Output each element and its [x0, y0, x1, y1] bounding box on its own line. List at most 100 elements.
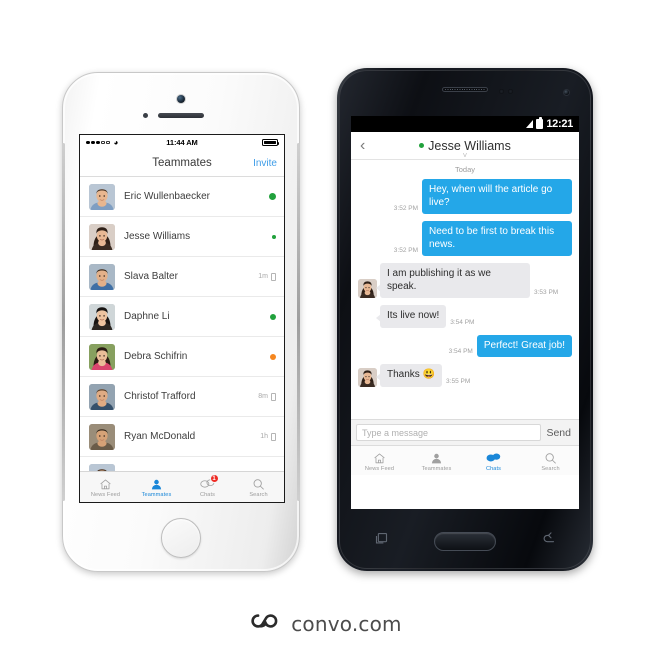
light-sensor-icon: [508, 89, 513, 94]
home-button[interactable]: [161, 518, 201, 558]
teammate-status-group: [269, 193, 276, 200]
avatar: [89, 303, 115, 330]
message-row: 3:52 PM Hey, when will the article go liv…: [358, 179, 572, 214]
teammate-row[interactable]: Christof Trafford 8m: [80, 377, 284, 417]
message-row: 3:52 PM Need to be first to break this ne…: [358, 221, 572, 256]
teammate-row[interactable]: Eric Wullenbaecker: [80, 177, 284, 217]
device-side-rail-right: [297, 142, 300, 502]
message-timestamp: 3:55 PM: [446, 377, 471, 385]
message-bubble[interactable]: Need to be first to break this news.: [422, 221, 572, 256]
teammate-row[interactable]: Slava Balter 1m: [80, 257, 284, 297]
tab-label: News Feed: [90, 492, 121, 498]
proximity-sensor-icon: [499, 89, 504, 94]
last-seen-label: 1h: [260, 433, 268, 440]
message-list: 3:52 PM Hey, when will the article go liv…: [358, 179, 572, 387]
teammate-row[interactable]: Jesse Williams: [80, 217, 284, 257]
avatar: [89, 223, 115, 250]
android-screen: 12:21 ‹ Jesse Williams ˅ Today 3:52 PM He…: [351, 116, 579, 509]
message-bubble[interactable]: I am publishing it as we speak.: [376, 263, 530, 298]
chevron-down-icon[interactable]: ˅: [463, 152, 468, 160]
teammate-row[interactable]: Ryan McDonald 1h: [80, 417, 284, 457]
chat-contact-name: Jesse Williams: [428, 138, 511, 153]
earpiece-speaker: [158, 113, 204, 118]
compose-bar: Type a message Send: [351, 419, 579, 445]
person-icon: [150, 478, 163, 491]
ios-status-bar: ◕ 11:44 AM: [80, 135, 284, 150]
teammate-name: Ryan McDonald: [124, 431, 196, 442]
teammates-list[interactable]: Eric Wullenbaecker Jesse Williams Slava Ba…: [80, 177, 284, 484]
tab-search[interactable]: Search: [522, 446, 579, 475]
tab-search[interactable]: Search: [233, 472, 284, 502]
day-separator: Today: [454, 165, 475, 174]
ios-navbar: Teammates Invite: [80, 150, 284, 177]
teammate-name: Debra Schifrin: [124, 351, 188, 362]
presence-dot-icon: [272, 234, 276, 239]
last-seen-label: 8m: [258, 393, 268, 400]
avatar: [89, 263, 115, 290]
teammate-row[interactable]: Debra Schifrin: [80, 337, 284, 377]
chat-bubbles-icon: [486, 452, 501, 465]
tab-teammates[interactable]: Teammates: [131, 472, 182, 502]
message-bubble[interactable]: Perfect! Great job!: [476, 334, 572, 357]
teammate-name: Christof Trafford: [124, 391, 196, 402]
invite-button[interactable]: Invite: [253, 158, 277, 169]
device-side-rail-left: [62, 142, 65, 502]
signal-bars-icon: [526, 120, 534, 128]
tab-chats[interactable]: Chats: [465, 446, 522, 475]
message-bubble[interactable]: Its live now!: [375, 305, 447, 328]
message-row: Thanks 😃 3:55 PM: [358, 364, 572, 387]
teammate-status-group: 1h: [260, 432, 276, 441]
teammate-status-group: 1m: [258, 272, 276, 281]
teammate-row[interactable]: Daphne Li: [80, 297, 284, 337]
brand-logo: convo.com: [0, 611, 650, 636]
android-tab-bar[interactable]: News Feed Teammates Chats Search: [351, 445, 579, 475]
message-input[interactable]: Type a message: [356, 424, 542, 441]
earpiece-speaker: [442, 87, 488, 92]
android-device: 12:21 ‹ Jesse Williams ˅ Today 3:52 PM He…: [337, 68, 593, 571]
ios-tab-bar[interactable]: News Feed Teammates 1 Chats Search: [80, 471, 284, 502]
send-button[interactable]: Send: [546, 427, 574, 439]
teammate-status-group: [272, 234, 276, 239]
page-title: Teammates: [152, 157, 212, 169]
search-icon: [544, 452, 557, 465]
tab-label: Search: [249, 492, 268, 498]
avatar: [358, 367, 377, 387]
presence-dot-icon: [270, 313, 276, 320]
back-arrow-icon[interactable]: [541, 531, 556, 551]
avatar: [89, 423, 115, 450]
teammate-status-group: 8m: [258, 392, 276, 401]
avatar: [89, 183, 115, 210]
mobile-device-icon: [271, 432, 276, 441]
message-row: I am publishing it as we speak. 3:53 PM: [358, 263, 572, 298]
tab-label: Teammates: [141, 492, 172, 498]
teammate-status-group: [270, 313, 276, 320]
android-status-bar: 12:21: [351, 116, 579, 132]
android-hardware-nav: [351, 525, 579, 557]
message-timestamp: 3:53 PM: [534, 289, 559, 296]
tab-teammates[interactable]: Teammates: [408, 446, 465, 475]
chat-message-area: Today 3:52 PM Hey, when will the article …: [351, 160, 579, 419]
message-bubble[interactable]: Thanks 😃: [375, 364, 443, 387]
recents-icon[interactable]: [374, 531, 389, 551]
tab-label: Chats: [199, 492, 216, 498]
teammate-status-group: [270, 353, 276, 360]
tab-news-feed[interactable]: News Feed: [80, 472, 131, 502]
home-pill-icon[interactable]: [433, 531, 496, 551]
chat-navbar: ‹ Jesse Williams ˅: [351, 132, 579, 160]
teammate-name: Daphne Li: [124, 311, 170, 322]
android-status-time: 12:21: [546, 118, 573, 130]
message-bubble[interactable]: Hey, when will the article go live?: [422, 179, 572, 214]
tab-chats[interactable]: 1 Chats: [182, 472, 233, 502]
message-timestamp: 3:52 PM: [393, 247, 418, 254]
presence-dot-icon: [419, 143, 425, 148]
avatar: [89, 343, 115, 370]
mobile-device-icon: [271, 272, 276, 281]
tab-news-feed[interactable]: News Feed: [351, 446, 408, 475]
teammate-name: Eric Wullenbaecker: [124, 191, 210, 202]
teammate-name: Slava Balter: [124, 271, 178, 282]
avatar: [89, 383, 115, 410]
message-row: 3:54 PM Perfect! Great job!: [358, 334, 572, 357]
chevron-left-icon[interactable]: ‹: [360, 137, 365, 154]
home-icon: [99, 478, 112, 491]
ios-status-time: 11:44 AM: [166, 138, 198, 147]
